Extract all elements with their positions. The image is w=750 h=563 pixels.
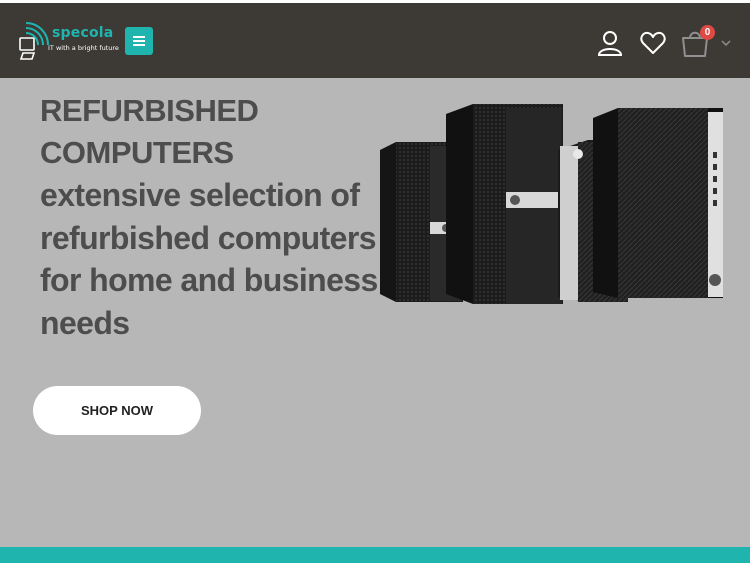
hero-banner: REFURBISHED COMPUTERS extensive selectio… (0, 78, 750, 547)
hero-title-line-1: REFURBISHED (40, 93, 259, 128)
shop-now-button[interactable]: SHOP NOW (33, 386, 201, 435)
chevron-down-icon[interactable] (720, 38, 732, 48)
heart-icon[interactable] (640, 31, 666, 55)
logo-mark-icon (19, 22, 49, 60)
menu-icon (133, 36, 145, 38)
computer-towers-image (380, 104, 723, 304)
cart-count-badge: 0 (700, 25, 715, 40)
logo-wordmark: specola (52, 25, 114, 41)
footer-accent-strip (0, 547, 750, 563)
site-logo[interactable]: specola IT with a bright future (18, 21, 120, 61)
site-header: specola IT with a bright future 0 (0, 3, 750, 78)
hero-title: REFURBISHED COMPUTERS (40, 90, 380, 174)
menu-toggle-button[interactable] (125, 27, 153, 55)
hero-title-line-2: COMPUTERS (40, 135, 234, 170)
logo-tagline: IT with a bright future (48, 44, 119, 52)
hero-subtitle: extensive selection of refurbished compu… (40, 177, 378, 341)
user-icon[interactable] (597, 30, 623, 56)
